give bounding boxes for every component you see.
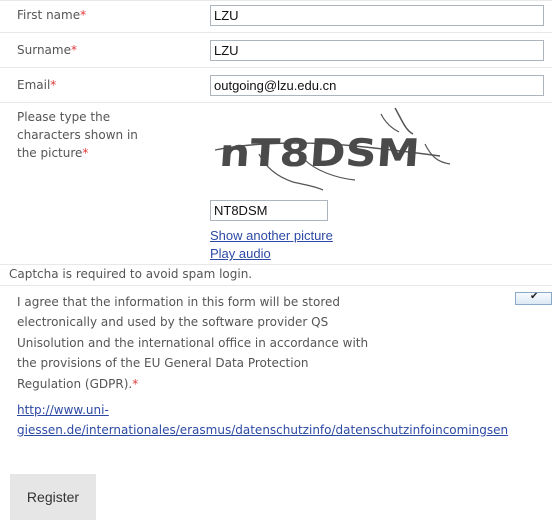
gdpr-line: Unisolution and the international office… xyxy=(17,335,369,350)
captcha-label-line: Please type the xyxy=(17,110,111,124)
row-divider xyxy=(0,102,552,103)
gdpr-line: Regulation (GDPR). xyxy=(17,376,133,391)
row-divider xyxy=(0,0,552,1)
email-value: outgoing@lzu.edu.cn xyxy=(214,78,337,93)
captcha-input[interactable]: NT8DSM xyxy=(210,200,328,221)
email-label: Email* xyxy=(17,76,56,94)
gdpr-line: electronically and used by the software … xyxy=(17,315,329,330)
captcha-label-line: characters shown in xyxy=(17,128,138,142)
row-divider xyxy=(0,67,552,68)
gdpr-link-line: giessen.de/internationales/erasmus/daten… xyxy=(17,423,509,437)
gdpr-consent-checkbox[interactable]: ✔ xyxy=(515,291,552,305)
surname-label: Surname* xyxy=(17,41,77,59)
first-name-label-text: First name xyxy=(17,8,81,22)
show-another-picture-text: Show another picture xyxy=(210,228,333,243)
required-marker: * xyxy=(80,8,87,22)
captcha-input-value: NT8DSM xyxy=(214,203,268,218)
gdpr-line: I agree that the information in this for… xyxy=(17,295,341,309)
email-label-text: Email xyxy=(17,78,51,92)
captcha-note: Captcha is required to avoid spam login. xyxy=(9,267,253,281)
required-marker: * xyxy=(132,376,139,391)
play-audio-text: Play audio xyxy=(210,246,271,261)
captcha-label: Please type the characters shown in the … xyxy=(17,108,197,162)
required-marker: * xyxy=(70,43,77,57)
required-marker: * xyxy=(50,78,57,92)
required-marker: * xyxy=(82,146,89,160)
gdpr-line: the provisions of the EU General Data Pr… xyxy=(17,356,309,371)
row-divider xyxy=(0,264,552,265)
play-audio-link[interactable]: Play audio xyxy=(210,246,271,261)
first-name-field[interactable]: LZU xyxy=(210,5,544,26)
captcha-image: nT8DSM xyxy=(214,107,451,191)
row-divider xyxy=(0,32,552,33)
surname-value: LZU xyxy=(214,43,239,58)
gdpr-privacy-link[interactable]: http://www.uni- giessen.de/international… xyxy=(17,400,552,440)
row-divider xyxy=(0,285,552,286)
captcha-text: nT8DSM xyxy=(218,131,421,175)
captcha-label-line: the picture xyxy=(17,146,83,160)
show-another-picture-link[interactable]: Show another picture xyxy=(210,228,333,243)
checkmark-icon: ✔ xyxy=(530,291,539,302)
first-name-value: LZU xyxy=(214,8,239,23)
surname-field[interactable]: LZU xyxy=(210,40,544,61)
first-name-label: First name* xyxy=(17,6,86,24)
gdpr-link-line: http://www.uni- xyxy=(17,403,109,417)
surname-label-text: Surname xyxy=(17,43,71,57)
gdpr-consent-text: I agree that the information in this for… xyxy=(17,292,397,394)
email-field[interactable]: outgoing@lzu.edu.cn xyxy=(210,75,544,96)
register-button[interactable]: Register xyxy=(10,474,96,520)
